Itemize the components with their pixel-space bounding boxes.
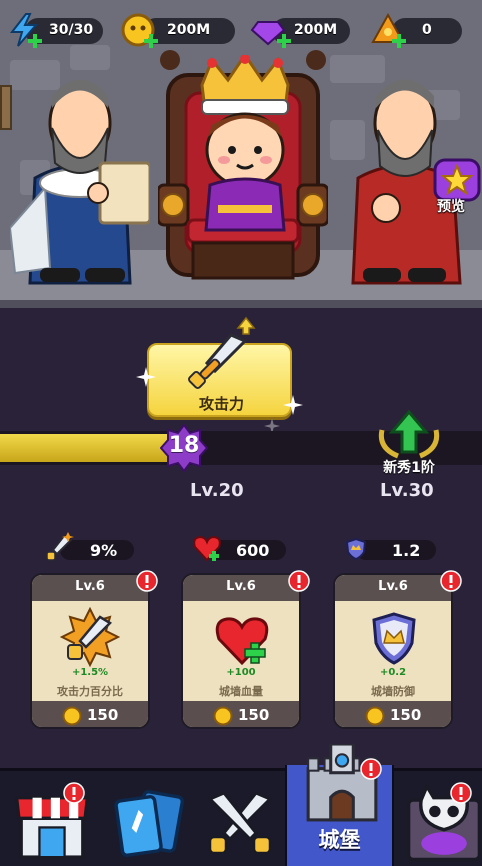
shield-icon: [372, 612, 416, 665]
wall-brick: [70, 45, 110, 70]
attack-label: 攻击力: [198, 395, 244, 413]
level-progress-fill: [0, 434, 169, 462]
coin-icon: [365, 706, 385, 726]
crossed-swords-icon: [207, 791, 273, 855]
nav-cards-button[interactable]: [110, 786, 190, 866]
card-level: Lv.6: [378, 579, 408, 594]
plus-icon[interactable]: [28, 34, 42, 48]
advisor-left-character: [10, 79, 150, 285]
upgrade-card-wall-defense[interactable]: Lv.6 +0.2 城墙防御 150: [333, 573, 453, 729]
prince-character: [200, 55, 290, 232]
card-level: Lv.6: [226, 579, 256, 594]
scene-edge: [0, 300, 482, 308]
alert-icon: [360, 758, 382, 780]
gold-value: 200M: [167, 22, 211, 38]
heart-icon: [215, 617, 269, 666]
sword-icon: [46, 532, 74, 561]
coin-icon: [62, 706, 82, 726]
shop-icon: [14, 796, 90, 859]
card-gain: +0.2: [379, 667, 407, 678]
sparkle-icon: [283, 395, 303, 415]
energy-value: 30/30: [49, 22, 94, 38]
sparkle-icon: [136, 367, 156, 387]
alert-icon: [450, 782, 472, 804]
castle-icon: [306, 744, 378, 822]
tickets-value: 0: [422, 22, 432, 38]
card-level: Lv.6: [75, 579, 105, 594]
nav-castle-button[interactable]: [302, 744, 382, 824]
stat-wall-hp-value: 600: [236, 541, 270, 560]
plus-icon[interactable]: [144, 34, 158, 48]
card-cost: 150: [87, 706, 119, 724]
nav-castle-label: 城堡: [318, 828, 361, 852]
sword-icon: [60, 607, 120, 668]
heart-icon: [193, 535, 221, 562]
card-gain: +100: [226, 667, 256, 678]
plus-icon[interactable]: [277, 34, 291, 48]
next-rank-label: 新秀1阶: [383, 460, 435, 476]
next-level-label: Lv.30: [380, 480, 434, 501]
stat-attack-percent-value: 9%: [90, 541, 118, 560]
card-cost: 150: [390, 706, 422, 724]
card-icon: [114, 790, 185, 857]
card-title: 攻击力百分比: [57, 685, 123, 698]
alert-icon: [136, 570, 158, 592]
plus-icon[interactable]: [392, 34, 406, 48]
card-cost: 150: [238, 706, 270, 724]
stat-wall-defense-value: 1.2: [392, 541, 421, 560]
current-level-label: Lv.20: [190, 480, 244, 501]
attack-upgrade-card[interactable]: 攻击力: [147, 333, 292, 417]
card-title: 城墙血量: [219, 685, 263, 698]
preview-label: 预览: [437, 199, 465, 215]
sword-icon: [188, 333, 248, 389]
nav-battle-button[interactable]: [200, 784, 280, 864]
coin-icon: [213, 706, 233, 726]
card-gain: +1.5%: [71, 667, 109, 678]
level-number: 18: [168, 433, 200, 458]
throne-room-scene: 预览: [0, 0, 482, 308]
shield-icon: [345, 537, 367, 561]
upgrade-card-attack-percent[interactable]: Lv.6 +1.5% 攻击力百分比 150: [30, 573, 150, 729]
card-title: 城墙防御: [371, 685, 415, 698]
upgrade-card-wall-hp[interactable]: Lv.6 +100 城墙血量 150: [181, 573, 301, 729]
gems-value: 200M: [294, 22, 338, 38]
rank-up-icon: [378, 410, 440, 459]
alert-icon: [440, 570, 462, 592]
alert-icon: [63, 782, 85, 804]
alert-icon: [288, 570, 310, 592]
